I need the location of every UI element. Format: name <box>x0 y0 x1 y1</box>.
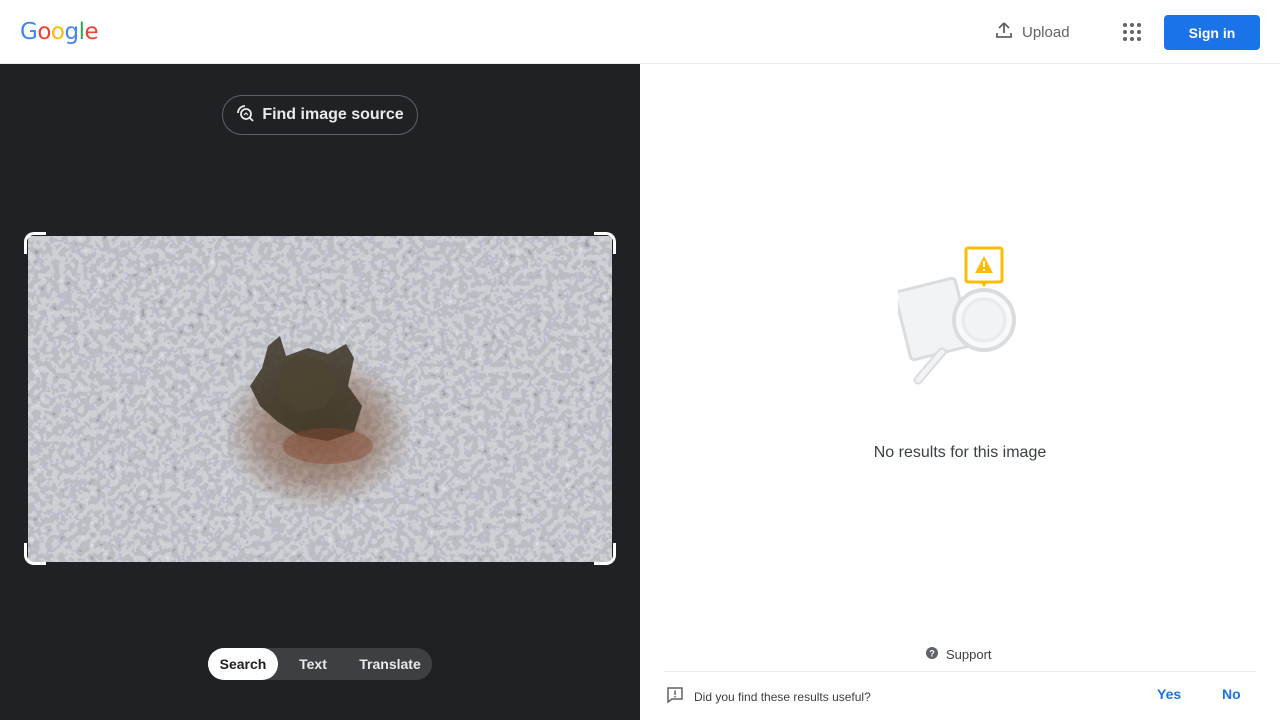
image-search-icon <box>236 104 254 127</box>
crop-handle-bottom-left[interactable] <box>24 543 46 565</box>
logo-letter: o <box>50 19 65 45</box>
lens-image-panel: Find image source Search Text Translate <box>0 64 640 720</box>
results-panel: No results for this image ? Support Did … <box>640 64 1280 720</box>
upload-icon <box>994 20 1014 44</box>
upload-label: Upload <box>1022 23 1070 41</box>
svg-text:?: ? <box>929 649 935 659</box>
sign-in-button[interactable]: Sign in <box>1164 15 1260 50</box>
find-image-source-label: Find image source <box>262 106 404 123</box>
logo-letter: g <box>64 19 79 45</box>
crop-handle-top-left[interactable] <box>24 232 46 254</box>
support-link[interactable]: ? Support <box>926 647 992 662</box>
feedback-question: Did you find these results useful? <box>694 689 871 704</box>
top-bar: Google Upload Sign in <box>0 0 1280 64</box>
help-icon: ? <box>926 647 938 662</box>
feedback-prompt: Did you find these results useful? <box>666 686 871 707</box>
no-results-message: No results for this image <box>873 444 1047 461</box>
feedback-icon <box>666 686 684 707</box>
support-label: Support <box>946 647 992 662</box>
crop-handle-top-right[interactable] <box>594 232 616 254</box>
lens-mode-tabs: Search Text Translate <box>208 648 432 680</box>
find-image-source-button[interactable]: Find image source <box>222 95 418 135</box>
upload-button[interactable]: Upload <box>984 16 1080 48</box>
no-results-illustration <box>893 244 1022 401</box>
feedback-yes-button[interactable]: Yes <box>1157 686 1181 702</box>
feedback-no-button[interactable]: No <box>1222 686 1241 702</box>
logo-letter: o <box>37 19 51 45</box>
apps-grid-icon[interactable] <box>1116 16 1148 48</box>
crop-handle-bottom-right[interactable] <box>594 543 616 565</box>
tab-text[interactable]: Text <box>278 648 348 680</box>
query-image[interactable] <box>28 236 612 562</box>
tab-search[interactable]: Search <box>208 648 278 680</box>
google-logo[interactable]: Google <box>20 18 99 46</box>
logo-letter: G <box>20 19 38 45</box>
logo-letter: e <box>84 19 99 45</box>
divider <box>664 671 1256 672</box>
tab-translate[interactable]: Translate <box>348 648 432 680</box>
